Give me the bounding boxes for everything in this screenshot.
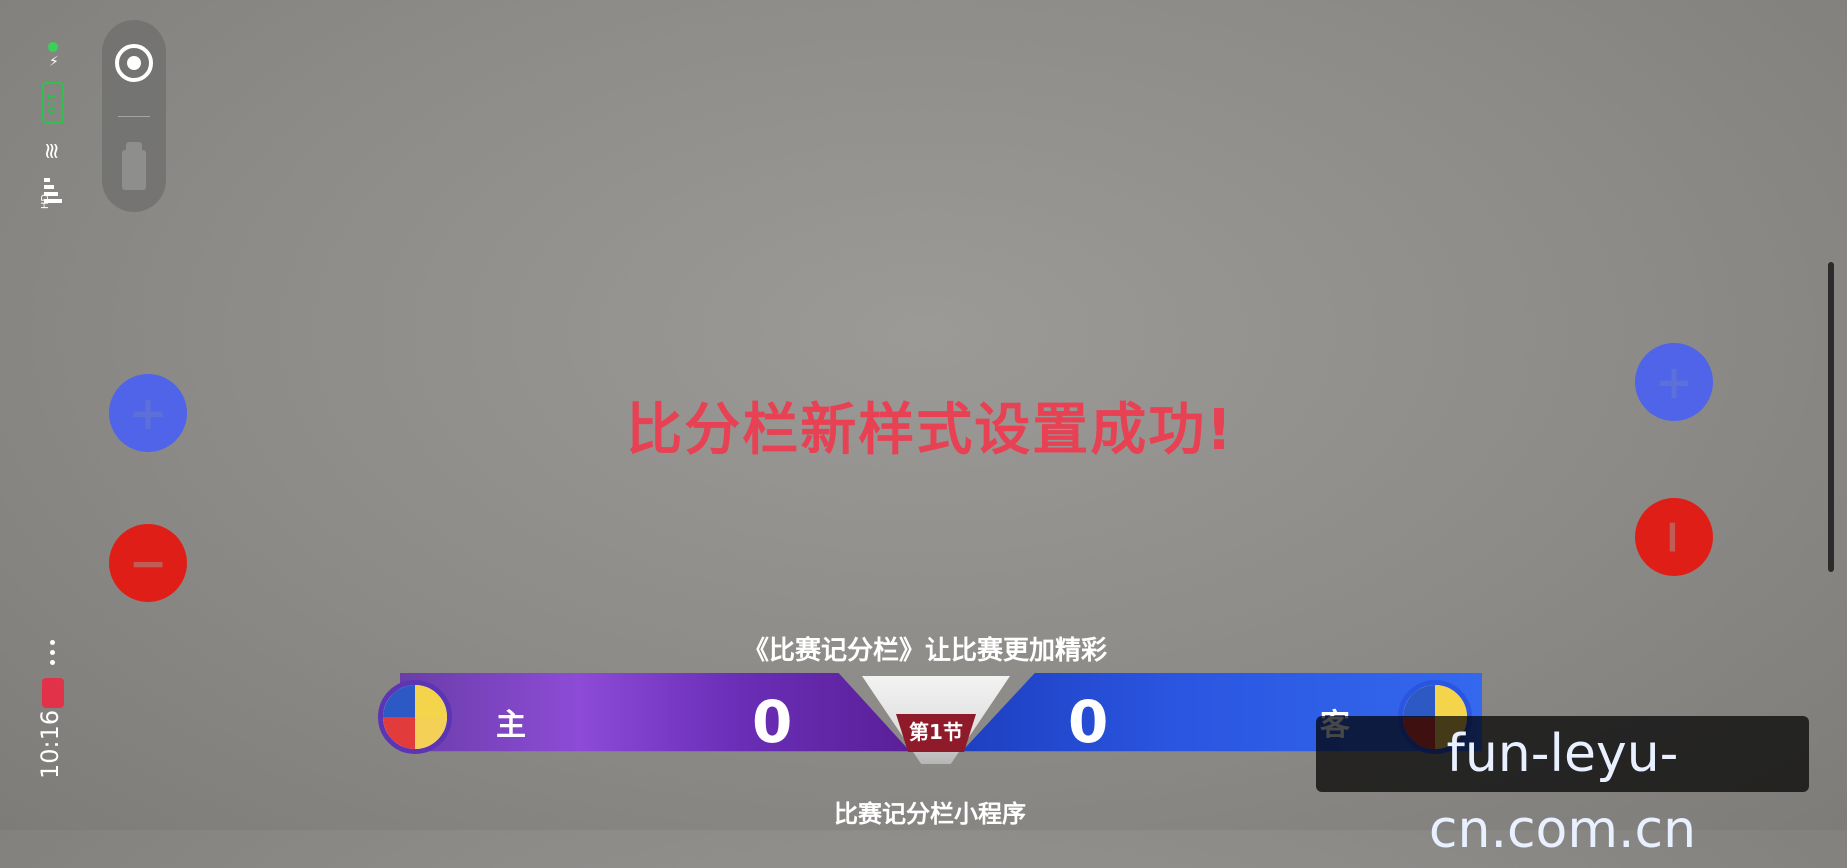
home-score[interactable]: 0 [752, 688, 792, 756]
watermark: fun-leyu-cn.com.cn [1316, 716, 1809, 860]
divider [118, 116, 150, 117]
status-bar: ⚡ 100 ≋ HD 10:16 [0, 0, 100, 830]
away-add-point-button[interactable]: + [1635, 343, 1713, 421]
home-team-logo-icon[interactable] [378, 680, 452, 754]
away-subtract-point-button[interactable]: − [1635, 498, 1713, 576]
home-subtract-point-button[interactable]: − [109, 524, 187, 602]
scrollbar[interactable] [1828, 262, 1834, 572]
home-add-point-button[interactable]: + [109, 374, 187, 452]
privacy-indicator-icon [48, 42, 58, 52]
away-score[interactable]: 0 [1068, 688, 1108, 756]
success-toast: 比分栏新样式设置成功! [626, 398, 1234, 463]
more-icon[interactable] [50, 640, 55, 665]
record-icon[interactable] [115, 44, 153, 82]
lock-icon[interactable] [122, 142, 146, 190]
home-team-bar [400, 673, 910, 752]
mini-program-name: 比赛记分栏小程序 [834, 800, 1026, 828]
clock: 10:16 [36, 709, 64, 779]
floating-control-panel [102, 20, 166, 212]
app-badge-icon [42, 678, 64, 708]
battery-icon: 100 [42, 82, 64, 124]
period-label[interactable]: 第1节 [896, 714, 976, 752]
network-type-label: HD [40, 193, 52, 210]
wifi-icon: ≋ [40, 141, 65, 161]
home-team-name[interactable]: 主 [496, 700, 526, 744]
scoreboard-slogan: 《比赛记分栏》让比赛更加精彩 [742, 636, 1107, 666]
charging-icon: ⚡ [49, 54, 59, 70]
